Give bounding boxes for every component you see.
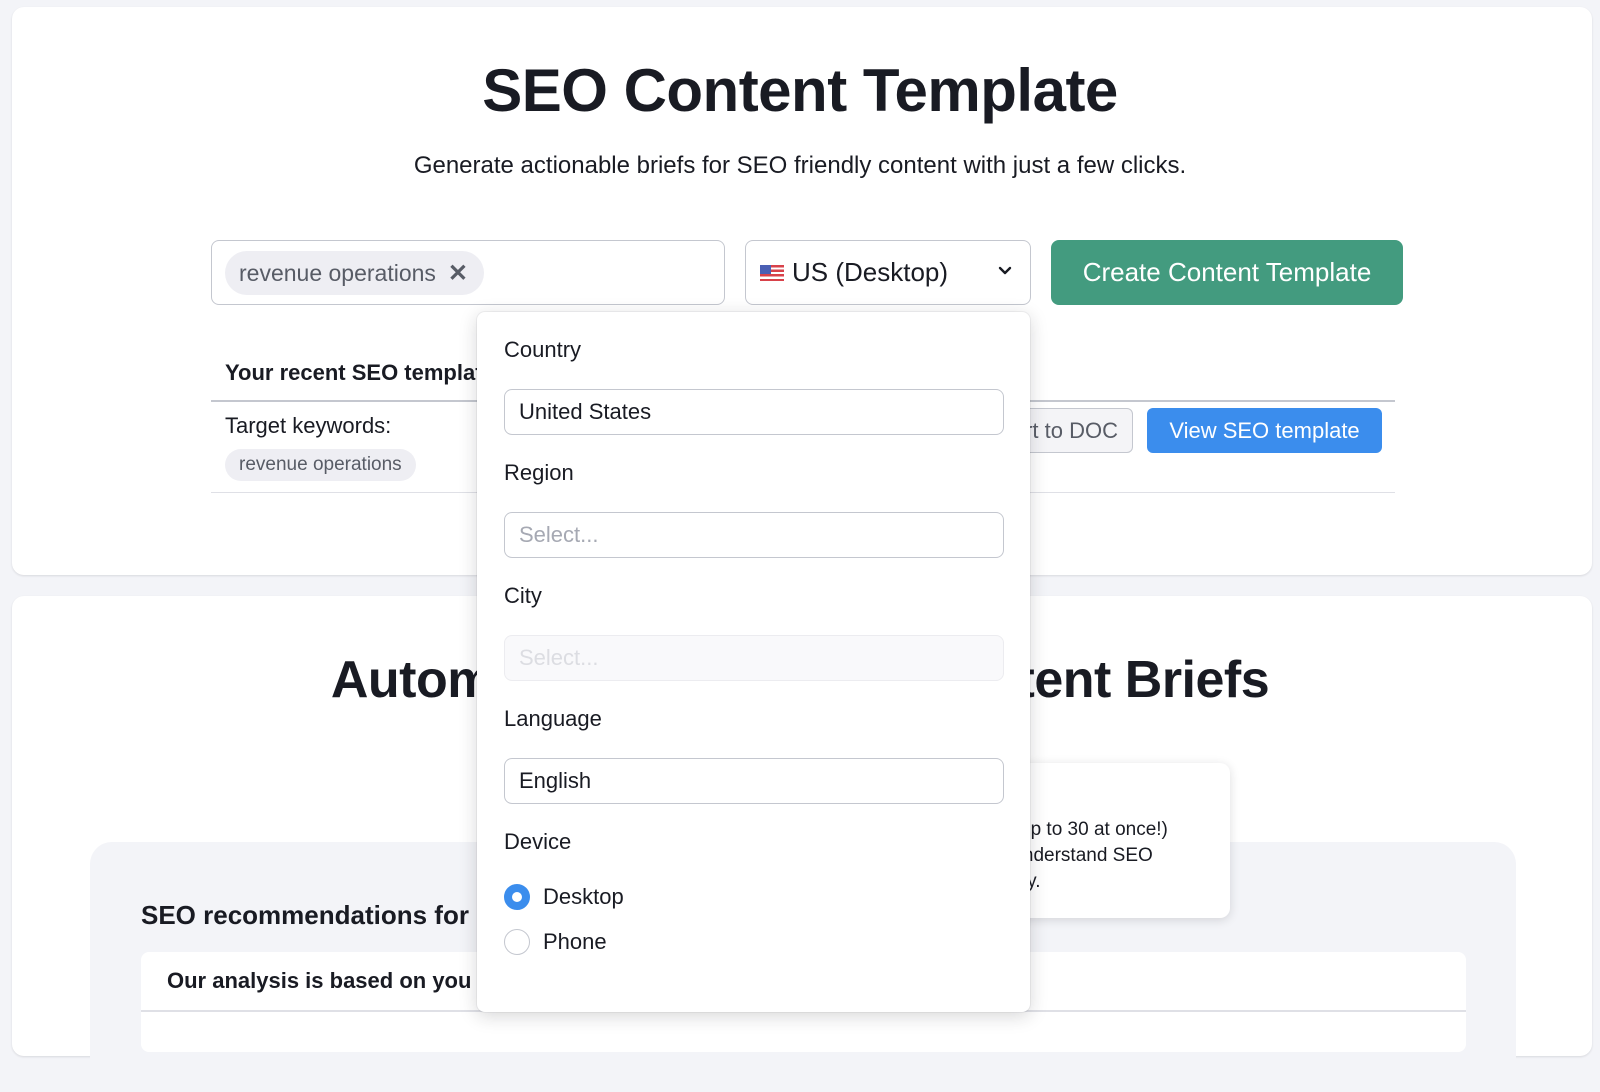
recent-keyword-chip: revenue operations (225, 449, 416, 481)
device-option-label: Desktop (543, 884, 624, 909)
language-select[interactable]: English (504, 758, 1004, 804)
keyword-chip: revenue operations ✕ (225, 251, 485, 295)
location-select[interactable]: US (Desktop) (745, 240, 1031, 305)
create-content-template-button[interactable]: Create Content Template (1051, 240, 1403, 305)
recommendations-heading: SEO recommendations for (141, 900, 469, 930)
radio-checked-icon[interactable] (504, 884, 530, 910)
recent-templates-heading: Your recent SEO templates (225, 360, 508, 385)
city-select: Select... (504, 635, 1004, 681)
promo-line: opy. (1000, 869, 1220, 895)
device-label: Device (504, 829, 572, 854)
close-icon[interactable]: ✕ (448, 259, 468, 288)
country-select[interactable]: United States (504, 389, 1004, 435)
device-option-phone[interactable]: Phone (504, 929, 607, 955)
language-label: Language (504, 706, 602, 731)
country-label: Country (504, 337, 582, 362)
location-popover: Country United States Region Select... C… (477, 312, 1030, 1012)
region-label: Region (504, 460, 574, 485)
view-seo-template-button[interactable]: View SEO template (1147, 408, 1382, 453)
promo-text: up to 30 at once!) -understand SEO opy. (1000, 817, 1220, 895)
device-option-label: Phone (543, 929, 607, 954)
target-keywords-label: Target keywords: (225, 413, 392, 438)
page-title: SEO Content Template (482, 57, 1118, 124)
page-subtitle: Generate actionable briefs for SEO frien… (413, 152, 1187, 179)
location-select-value: US (Desktop) (792, 257, 949, 287)
city-label: City (504, 583, 542, 608)
region-select[interactable]: Select... (504, 512, 1004, 558)
keyword-input[interactable]: revenue operations ✕ (211, 240, 725, 305)
radio-unchecked-icon[interactable] (504, 929, 530, 955)
promo-line: up to 30 at once!) (1020, 819, 1168, 840)
promo-line: -understand SEO (1006, 845, 1153, 866)
analysis-text: Our analysis is based on you (167, 968, 472, 993)
device-option-desktop[interactable]: Desktop (504, 884, 624, 910)
keyword-chip-label: revenue operations (239, 259, 436, 286)
us-flag-icon (760, 264, 784, 281)
chevron-down-icon (998, 266, 1012, 275)
